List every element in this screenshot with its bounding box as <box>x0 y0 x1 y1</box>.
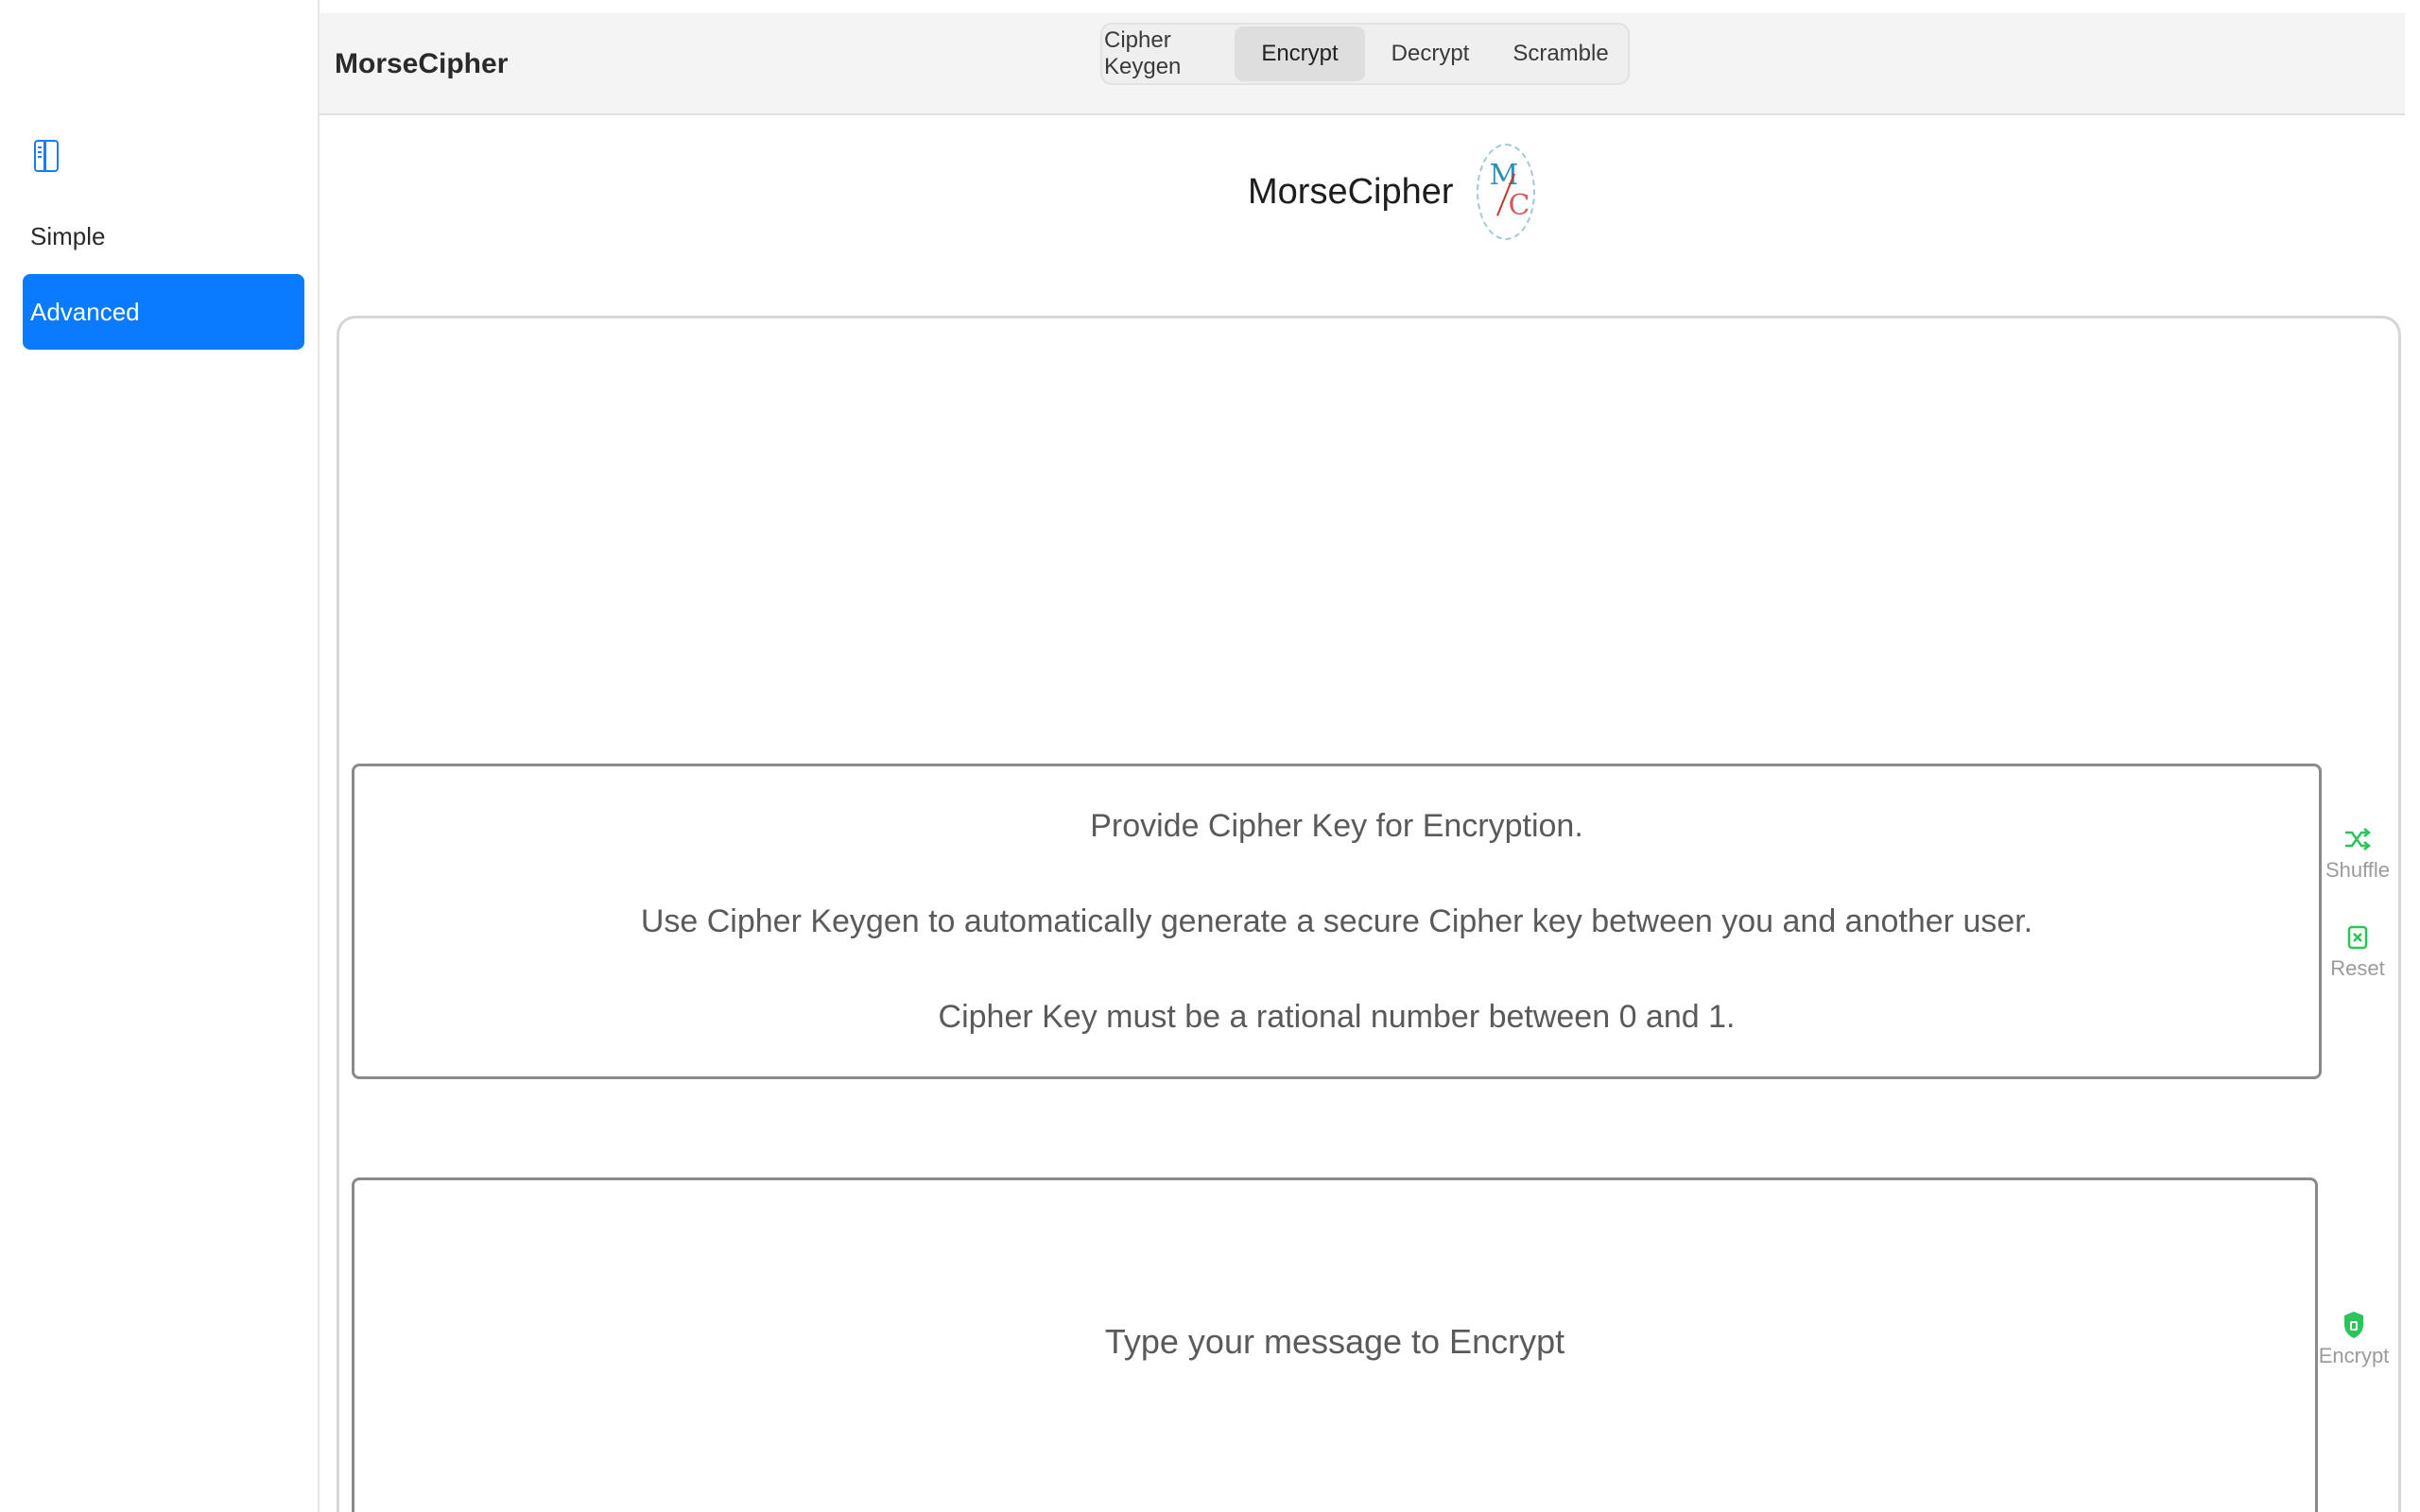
sidebar-item-label: Simple <box>30 221 106 250</box>
shield-icon <box>2344 1312 2363 1338</box>
cipher-key-rule: Cipher Key must be a rational number bet… <box>938 998 1736 1035</box>
app-window: Simple Advanced MorseCipher Cipher Keyge… <box>0 0 2420 1512</box>
brand-header: MorseCipher M C <box>1248 140 1535 244</box>
message-placeholder: Type your message to Encrypt <box>1104 1322 1565 1361</box>
cipher-key-input[interactable]: Provide Cipher Key for Encryption. Use C… <box>352 764 2322 1079</box>
tab-encrypt[interactable]: Encrypt <box>1235 26 1365 81</box>
encrypt-label: Encrypt <box>2318 1344 2390 1367</box>
sidebar-toggle-icon[interactable] <box>34 140 59 172</box>
tab-scramble[interactable]: Scramble <box>1495 26 1626 81</box>
shuffle-icon <box>2345 828 2372 850</box>
tab-decrypt[interactable]: Decrypt <box>1365 26 1495 81</box>
mode-segmented-control: Cipher Keygen Encrypt Decrypt Scramble <box>1100 23 1630 85</box>
shuffle-button[interactable]: Shuffle <box>2320 824 2395 883</box>
sidebar-item-label: Advanced <box>30 297 140 326</box>
message-input[interactable]: Type your message to Encrypt <box>352 1177 2318 1512</box>
morsecipher-logo: M C <box>1476 144 1535 240</box>
sidebar: Simple Advanced <box>0 0 320 1512</box>
toolbar: MorseCipher Cipher Keygen Encrypt Decryp… <box>320 13 2405 115</box>
sidebar-item-simple[interactable]: Simple <box>23 198 304 274</box>
tab-cipher-keygen[interactable]: Cipher Keygen <box>1104 26 1235 81</box>
app-title: MorseCipher <box>335 48 509 79</box>
sidebar-item-advanced[interactable]: Advanced <box>23 274 304 350</box>
shuffle-label: Shuffle <box>2325 858 2391 882</box>
reset-button[interactable]: Reset <box>2320 922 2395 981</box>
encrypt-button[interactable]: Encrypt <box>2316 1310 2392 1368</box>
cipher-key-keygen-hint: Use Cipher Keygen to automatically gener… <box>640 902 2033 939</box>
reset-icon <box>2347 925 2368 950</box>
reset-label: Reset <box>2330 956 2385 980</box>
logo-letter-c: C <box>1508 189 1530 222</box>
cipher-key-instruction: Provide Cipher Key for Encryption. <box>1090 807 1583 844</box>
brand-name: MorseCipher <box>1248 171 1454 212</box>
